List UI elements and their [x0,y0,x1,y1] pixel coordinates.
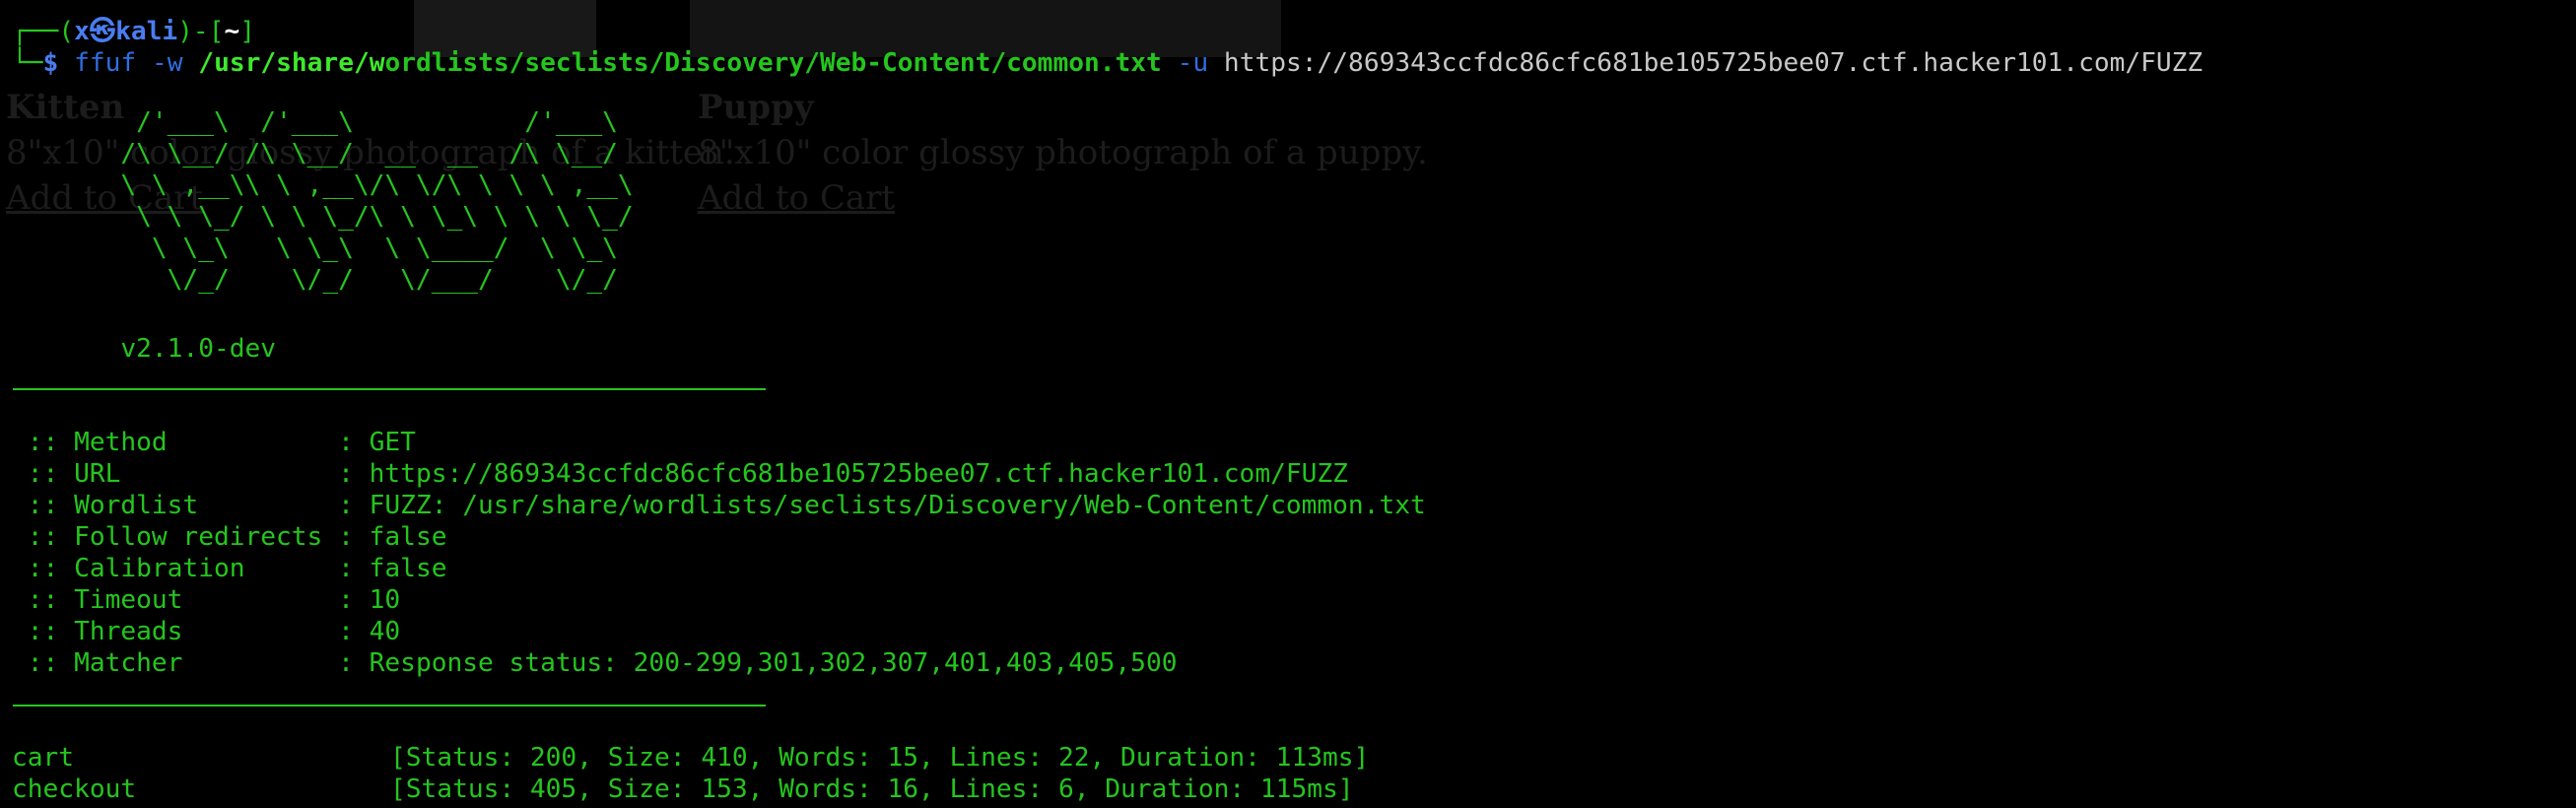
prompt-corner-top: ┌── [12,17,59,46]
command-flag-w: -w [151,48,183,78]
result-word: checkout [12,774,137,804]
config-url: :: URL : https://869343ccfdc86cfc681be10… [12,459,1348,489]
prompt-cwd: ~ [224,17,240,46]
prompt-symbol: $ [42,48,59,78]
result-row: cart [12,742,74,774]
prompt-host: kali [115,17,178,46]
result-info: [Status: 405, Size: 153, Words: 16, Line… [390,774,1354,804]
command-wordlist-path: /usr/share/wordlists/seclists/Discovery/… [198,48,1162,78]
command-url: https://869343ccfdc86cfc681be105725bee07… [1223,48,2203,78]
result-info: [Status: 200, Size: 410, Words: 15, Line… [390,743,1370,773]
separator-rule [13,388,766,390]
prompt-user: x [74,17,90,46]
command-program: ffuf [74,48,137,78]
config-threads: :: Threads : 40 [12,617,401,646]
ffuf-ascii-logo: /'___\ /'___\ /'___\ /\ \__/ /\ \__/ __ … [120,107,634,295]
prompt-corner-bottom: └─ [12,48,43,78]
result-word: cart [12,743,75,773]
result-row: checkout [12,774,136,805]
config-wordlist: :: Wordlist : FUZZ: /usr/share/wordlists… [12,491,1426,520]
ffuf-version: v2.1.0-dev [120,334,277,364]
config-matcher: :: Matcher : Response status: 200-299,30… [12,648,1178,678]
config-method: :: Method : GET [12,428,416,457]
kali-at-icon: ㉿ [89,17,116,46]
prompt-header: ┌──(x㉿kali)-[~] [12,17,256,46]
command-line[interactable]: └─$ ffuf -w /usr/share/wordlists/seclist… [12,47,2203,79]
config-calibration: :: Calibration : false [12,554,447,583]
terminal-window[interactable]: ┌──(x㉿kali)-[~] └─$ ffuf -w /usr/share/w… [0,0,2576,808]
command-flag-u: -u [1177,48,1209,78]
config-timeout: :: Timeout : 10 [12,585,401,615]
config-follow-redirects: :: Follow redirects : false [12,522,447,552]
separator-rule [13,705,766,707]
